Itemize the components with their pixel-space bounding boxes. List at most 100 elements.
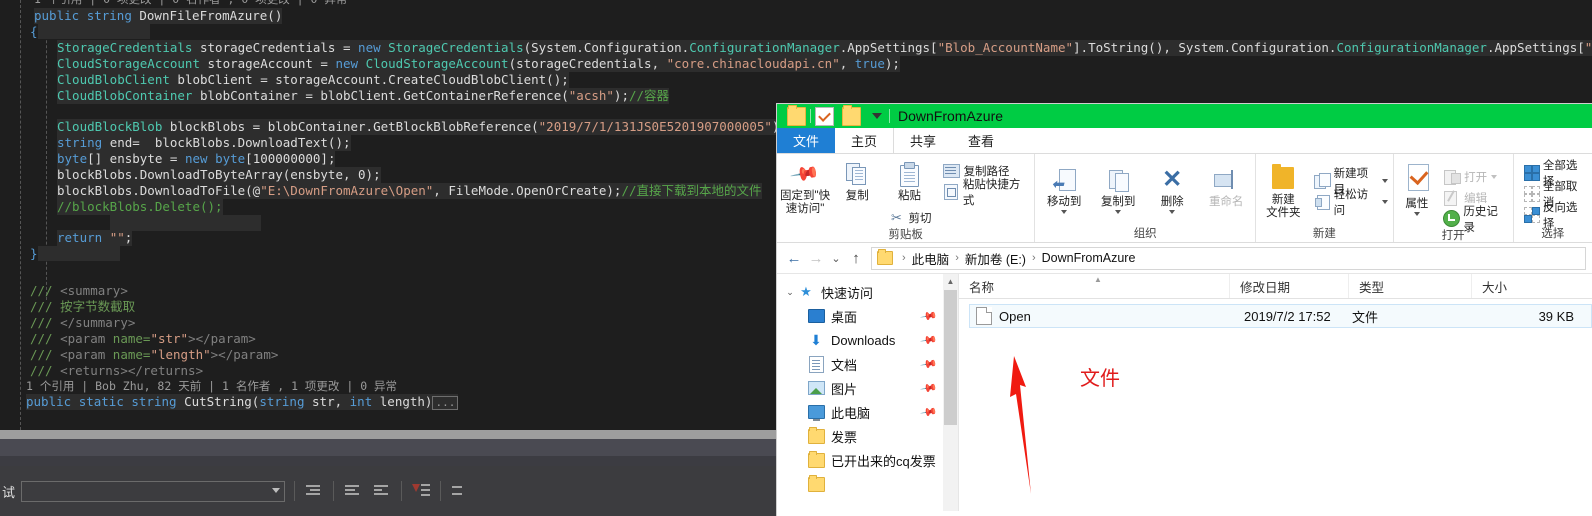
pin-icon[interactable]: 📌 — [920, 331, 939, 350]
pin-icon[interactable]: 📌 — [920, 355, 939, 374]
column-header-size[interactable]: 大小 — [1472, 274, 1592, 298]
history-button[interactable]: 历史记录 — [1440, 206, 1510, 234]
star-pin-icon: ★ — [800, 284, 812, 299]
nav-item-downloads[interactable]: ⬇ Downloads 📌 — [777, 328, 958, 352]
chevron-down-icon[interactable] — [1413, 212, 1420, 216]
tab-file[interactable]: 文件 — [777, 128, 836, 153]
navigation-scrollbar[interactable]: ▲ — [943, 274, 958, 511]
easy-access-icon — [1313, 194, 1330, 210]
button-label: 打开 — [1464, 171, 1488, 184]
code-line: { — [0, 24, 1592, 40]
outdent-icon[interactable] — [343, 481, 363, 501]
copy-to-button[interactable]: 复制到 — [1091, 164, 1145, 214]
code-line: CloudBlobClient blobClient = storageAcco… — [57, 72, 569, 88]
pin-icon: 📌 — [789, 159, 821, 190]
nav-item-quick-access[interactable]: ⌄ ★ 快速访问 — [777, 280, 958, 304]
ribbon-group-new: 新建 文件夹 新建项目 轻松访问 新建 — [1256, 154, 1394, 242]
this-pc-icon — [807, 404, 825, 421]
copy-button[interactable]: 复制 — [831, 158, 883, 203]
tab-view[interactable]: 查看 — [952, 128, 1010, 153]
column-header-modified[interactable]: 修改日期 — [1230, 274, 1349, 298]
breadcrumb-item-2[interactable]: 新加卷 (E:) — [965, 249, 1026, 268]
nav-item-documents[interactable]: 文档 📌 — [777, 352, 958, 376]
button-label: 复制 — [845, 190, 869, 202]
delete-button[interactable]: ✕ 删除 — [1145, 164, 1199, 214]
chevron-down-icon[interactable] — [872, 113, 882, 119]
file-list-pane[interactable]: 名称 ▲ 修改日期 类型 大小 Open 2019/7/2 17:52 文件 3… — [959, 274, 1592, 511]
explorer-body: ⌄ ★ 快速访问 桌面 📌 ⬇ Downloads 📌 文档 📌 图片 📌 此电… — [777, 274, 1592, 511]
chevron-down-icon[interactable]: ⌄ — [783, 287, 797, 298]
table-row[interactable]: Open 2019/7/2 17:52 文件 39 KB — [969, 304, 1592, 328]
divider — [810, 109, 811, 123]
properties-icon[interactable] — [815, 106, 834, 126]
breadcrumb-item-1[interactable]: 此电脑 — [912, 249, 950, 268]
rename-icon — [1213, 166, 1239, 194]
scroll-up-icon[interactable]: ▲ — [943, 274, 958, 289]
nav-item-this-pc[interactable]: 此电脑 📌 — [777, 400, 958, 424]
pin-to-quick-access-button[interactable]: 📌 固定到"快 速访问" — [779, 158, 831, 216]
comment-selection-icon[interactable] — [411, 481, 431, 501]
navigation-pane: ⌄ ★ 快速访问 桌面 📌 ⬇ Downloads 📌 文档 📌 图片 📌 此电… — [777, 274, 959, 511]
chevron-down-icon[interactable] — [1381, 199, 1388, 204]
move-to-button[interactable]: ⬅ 移动到 — [1037, 164, 1091, 214]
column-header-type[interactable]: 类型 — [1349, 274, 1472, 298]
sort-ascending-icon: ▲ — [1094, 275, 1102, 284]
pin-icon[interactable]: 📌 — [920, 307, 939, 326]
tab-home[interactable]: 主页 — [835, 128, 895, 153]
open-button[interactable]: 打开 — [1440, 166, 1510, 187]
invert-selection-button[interactable]: 反向选择 — [1520, 202, 1590, 230]
pin-icon[interactable]: 📌 — [920, 403, 939, 422]
tab-share[interactable]: 共享 — [894, 128, 952, 153]
nav-item-label: Downloads — [831, 332, 896, 348]
file-icon — [976, 307, 992, 325]
code-line: CloudStorageAccount storageAccount = new… — [57, 56, 900, 72]
properties-button[interactable]: 属性 — [1396, 160, 1439, 216]
back-arrow-icon[interactable]: ← — [783, 247, 805, 269]
folder-icon — [807, 426, 825, 444]
pin-icon[interactable]: 📌 — [920, 379, 939, 398]
group-label: 新建 — [1312, 228, 1336, 240]
chevron-down-icon[interactable] — [1169, 210, 1176, 214]
forward-arrow-icon[interactable]: → — [805, 247, 827, 269]
group-label: 剪贴板 — [888, 229, 923, 241]
column-label: 名称 — [969, 280, 995, 295]
easy-access-button[interactable]: 轻松访问 — [1310, 189, 1390, 217]
copy-to-icon — [1105, 166, 1131, 194]
address-bar: ← → ⌄ ↑ › 此电脑 › 新加卷 (E:) › DownFromAzure — [777, 243, 1592, 274]
cut-button[interactable]: ✂ 剪切 — [884, 207, 934, 228]
chevron-down-icon[interactable] — [1491, 174, 1498, 179]
window-title-bar[interactable]: DownFromAzure — [777, 104, 1592, 128]
button-label: 固定到"快 — [780, 190, 831, 202]
nav-item-desktop[interactable]: 桌面 📌 — [777, 304, 958, 328]
chevron-down-icon[interactable] — [1061, 210, 1068, 214]
folder-icon[interactable] — [787, 104, 806, 126]
toolbar-separator — [401, 481, 403, 501]
button-label: 粘贴 — [897, 190, 921, 202]
nav-item-cq-invoice[interactable]: 已开出来的cq发票 — [777, 448, 958, 472]
download-icon: ⬇ — [810, 331, 822, 348]
quick-access-toolbar — [783, 104, 890, 126]
chevron-down-icon[interactable]: ⌄ — [827, 247, 845, 269]
column-header-name[interactable]: 名称 ▲ — [959, 274, 1230, 298]
scrollbar-thumb[interactable] — [944, 290, 957, 425]
nav-item-partial[interactable] — [777, 472, 958, 496]
nav-item-pictures[interactable]: 图片 📌 — [777, 376, 958, 400]
new-folder-button[interactable]: 新建 文件夹 — [1258, 162, 1308, 220]
clipboard-icon — [899, 160, 920, 188]
align-icon[interactable] — [372, 481, 392, 501]
window-title: DownFromAzure — [898, 108, 1004, 124]
paste-shortcut-button[interactable]: 粘贴快捷方式 — [940, 179, 1033, 207]
nav-item-invoice[interactable]: 发票 — [777, 424, 958, 448]
up-arrow-icon[interactable]: ↑ — [845, 247, 867, 269]
nav-item-label: 已开出来的cq发票 — [831, 453, 936, 469]
chevron-down-icon[interactable] — [1115, 210, 1122, 214]
uncomment-selection-icon[interactable] — [450, 481, 470, 501]
folder-icon[interactable] — [842, 104, 861, 126]
paste-button[interactable]: 粘贴 ✂ 剪切 — [883, 158, 935, 228]
chevron-down-icon[interactable] — [1381, 178, 1388, 183]
debug-target-combobox[interactable] — [21, 480, 286, 502]
breadcrumb[interactable]: › 此电脑 › 新加卷 (E:) › DownFromAzure — [871, 246, 1586, 270]
rename-button[interactable]: 重命名 — [1199, 164, 1253, 209]
breadcrumb-item-3[interactable]: DownFromAzure — [1042, 251, 1136, 265]
indent-icon[interactable] — [304, 481, 324, 501]
